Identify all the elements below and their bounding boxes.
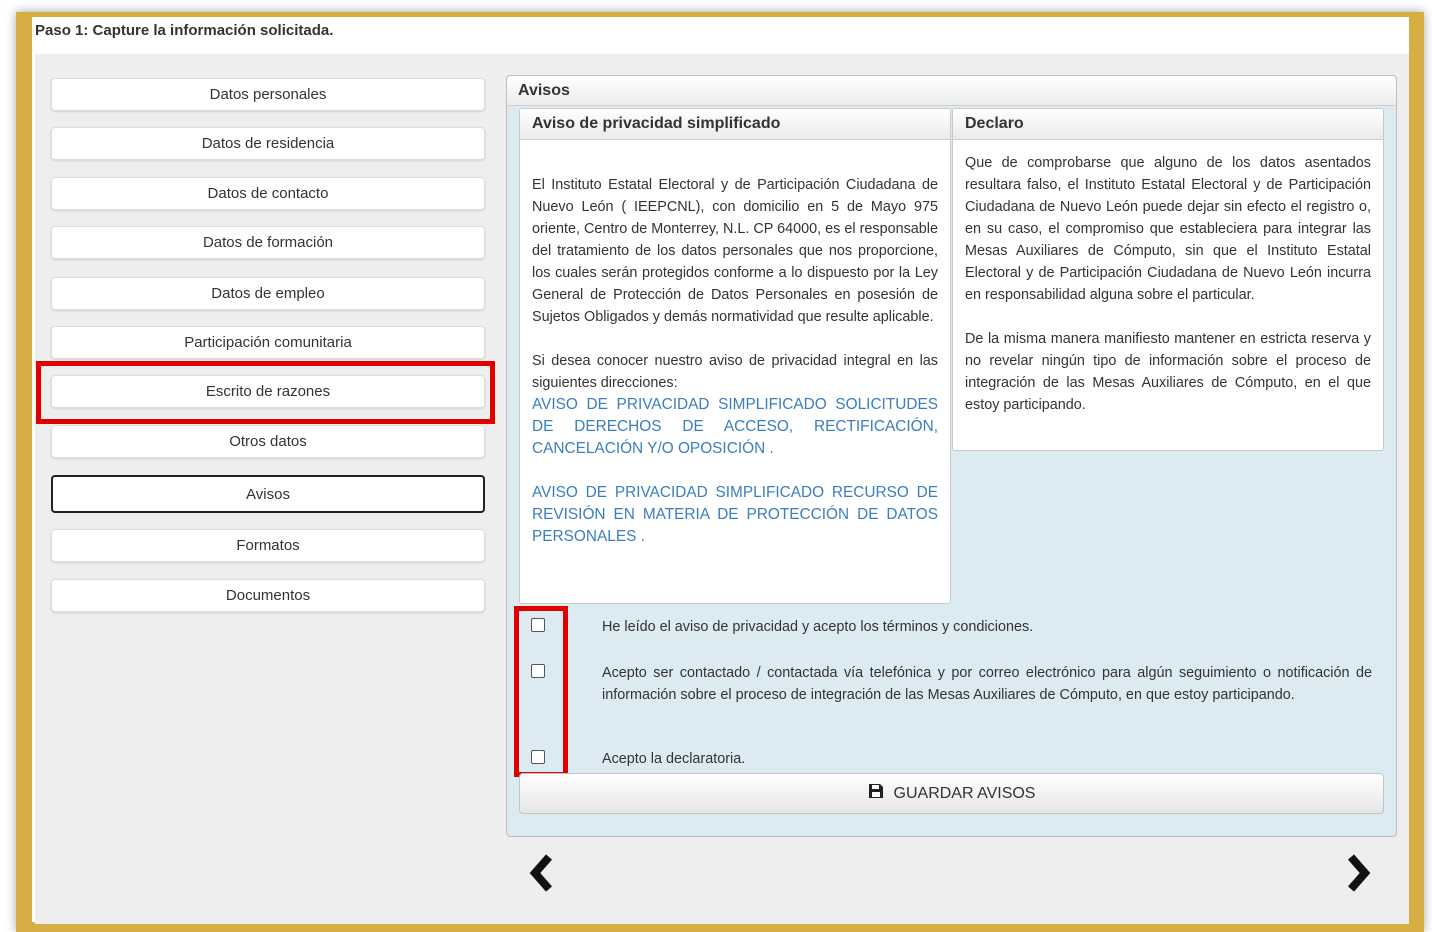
nav-otros-datos[interactable]: Otros datos: [51, 425, 485, 458]
nav-datos-contacto[interactable]: Datos de contacto: [51, 177, 485, 210]
declaro-title: Declaro: [953, 109, 1383, 140]
privacy-integral-text: Si desea conocer nuestro aviso de privac…: [532, 353, 938, 391]
accept-declaration-label: Acepto la declaratoria.: [602, 751, 746, 767]
accept-contact-label: Acepto ser contactado / contactada vía t…: [602, 665, 1372, 703]
accept-contact-checkbox[interactable]: [531, 664, 545, 678]
nav-datos-personales[interactable]: Datos personales: [51, 78, 485, 111]
chevron-right-icon[interactable]: [1345, 853, 1373, 898]
nav-datos-empleo[interactable]: Datos de empleo: [51, 277, 485, 310]
step-title: Paso 1: Capture la información solicitad…: [35, 22, 334, 39]
privacy-link-recurso[interactable]: AVISO DE PRIVACIDAD SIMPLIFICADO RECURSO…: [532, 482, 938, 548]
privacy-notice-title: Aviso de privacidad simplificado: [520, 109, 950, 140]
declaro-panel: Declaro Que de comprobarse que alguno de…: [952, 108, 1384, 451]
declaro-text: Que de comprobarse que alguno de los dat…: [965, 155, 1371, 303]
nav-participacion-comunitaria[interactable]: Participación comunitaria: [51, 326, 485, 359]
privacy-notice-panel: Aviso de privacidad simplificado El Inst…: [519, 108, 951, 604]
save-avisos-button[interactable]: GUARDAR AVISOS: [519, 773, 1384, 814]
declaro-reserva-text: De la misma manera manifiesto mantener e…: [965, 331, 1371, 413]
panel-title: Avisos: [507, 76, 1396, 106]
accept-privacy-checkbox[interactable]: [531, 618, 545, 632]
floppy-disk-icon: [868, 783, 894, 804]
nav-datos-residencia[interactable]: Datos de residencia: [51, 127, 485, 160]
save-avisos-label: GUARDAR AVISOS: [893, 784, 1036, 802]
privacy-notice-text: El Instituto Estatal Electoral y de Part…: [532, 177, 938, 325]
accept-declaration-checkbox[interactable]: [531, 750, 545, 764]
nav-escrito-razones[interactable]: Escrito de razones: [51, 375, 485, 408]
nav-avisos[interactable]: Avisos: [51, 475, 485, 513]
nav-formatos[interactable]: Formatos: [51, 529, 485, 562]
accept-privacy-label: He leído el aviso de privacidad y acepto…: [602, 619, 1034, 635]
chevron-left-icon[interactable]: [527, 853, 555, 898]
privacy-link-arco[interactable]: AVISO DE PRIVACIDAD SIMPLIFICADO SOLICIT…: [532, 394, 938, 460]
nav-datos-formacion[interactable]: Datos de formación: [51, 226, 485, 259]
nav-documentos[interactable]: Documentos: [51, 579, 485, 612]
